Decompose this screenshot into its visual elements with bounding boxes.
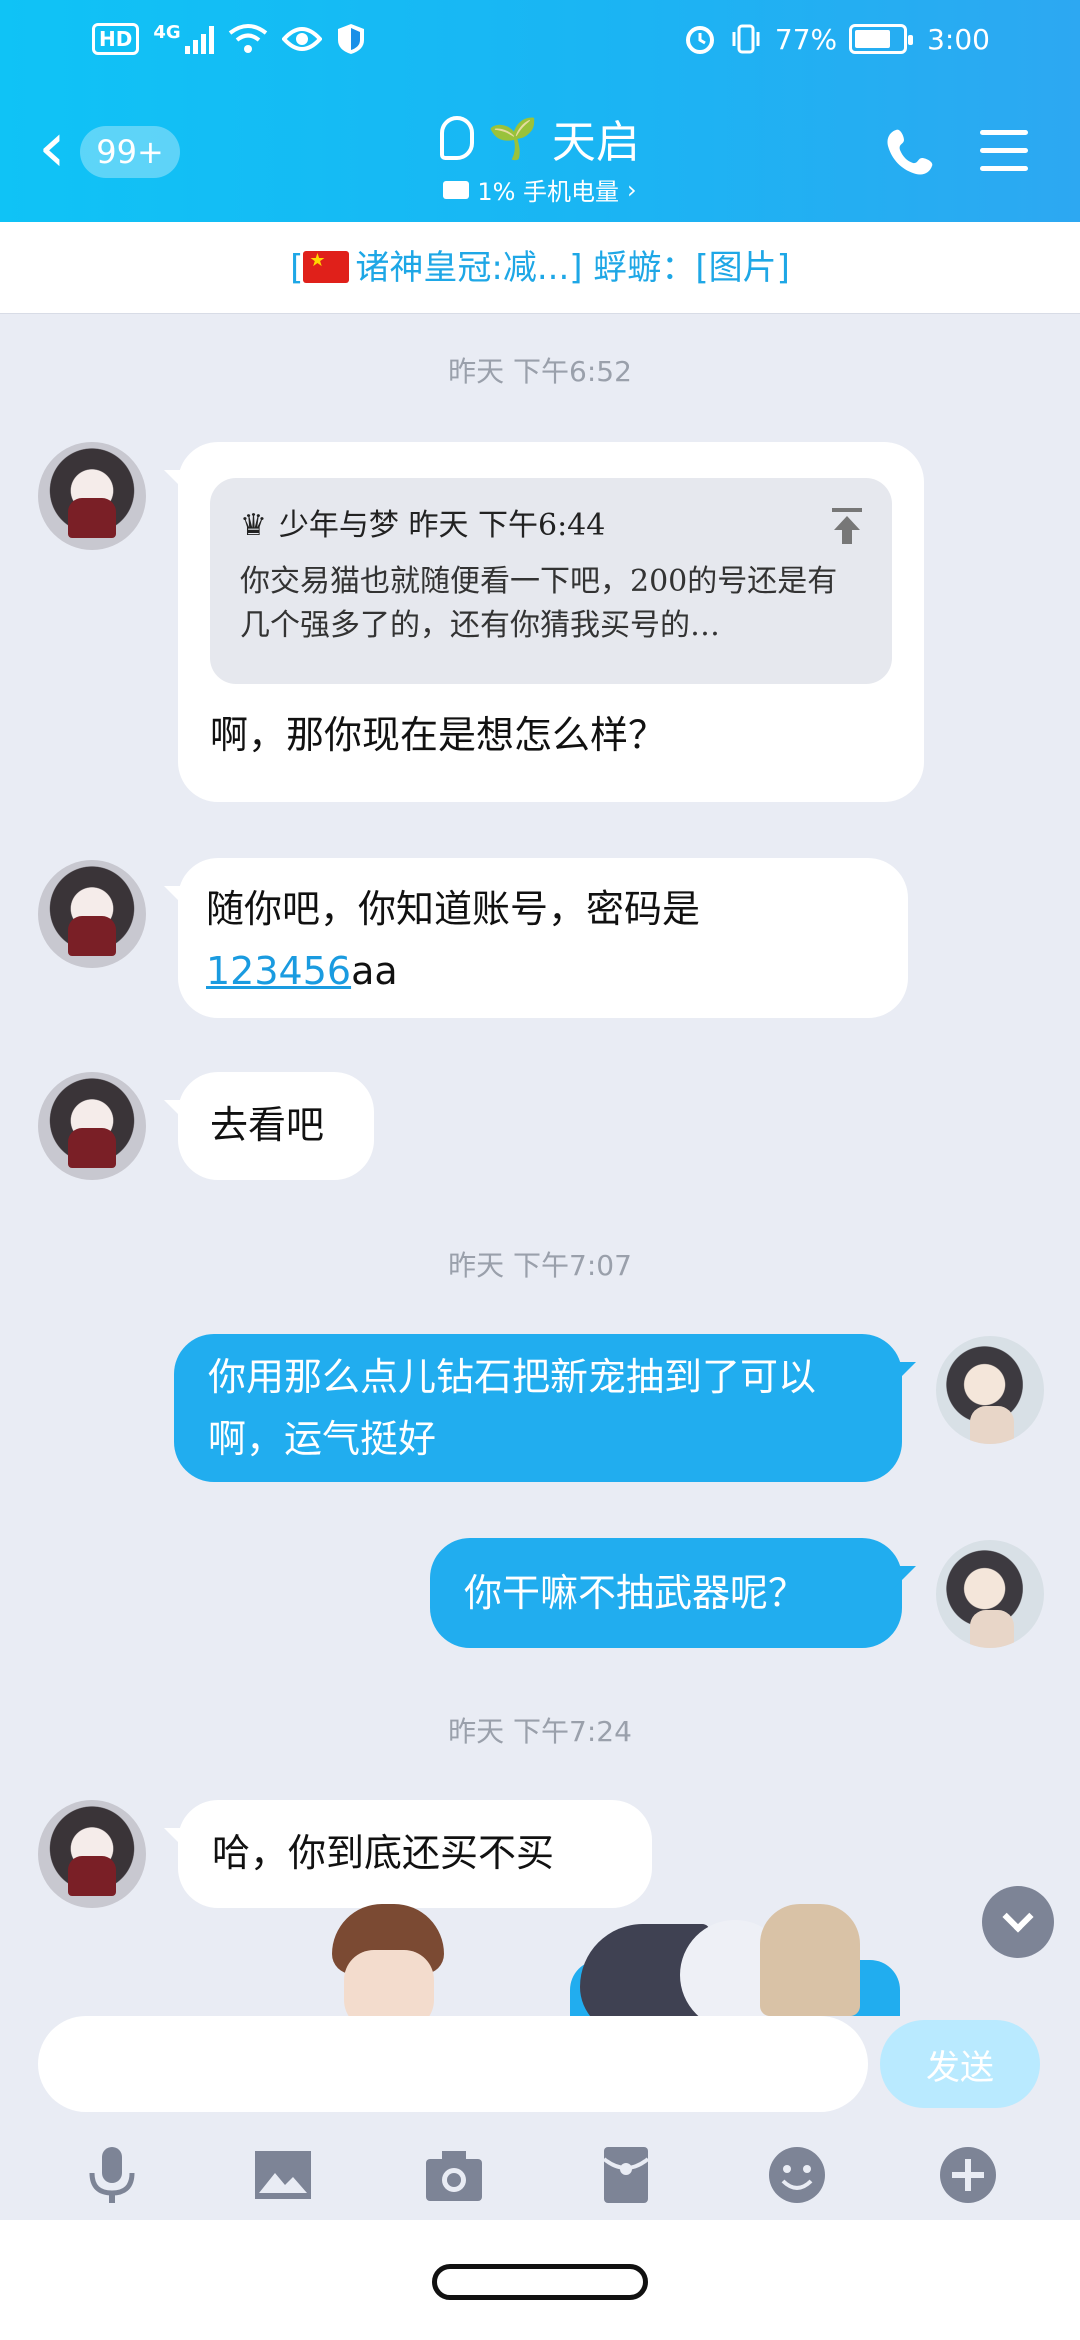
avatar[interactable] [38,1800,146,1908]
message-text: 去看吧 [210,1103,325,1147]
send-button[interactable]: 发送 [880,2020,1040,2108]
crown-icon: ♛ [240,508,267,543]
battery-percent: 77% [774,22,838,56]
avatar[interactable] [936,1540,1044,1648]
jump-to-top-icon[interactable] [830,506,864,546]
chat-subtitle: 1% 手机电量 [477,178,620,206]
chevron-right-icon: › [627,175,637,204]
ear-icon [440,116,475,160]
shield-icon [337,24,364,54]
message-bubble[interactable]: 你用那么点儿钻石把新宠抽到了可以啊，运气挺好 [174,1334,916,1482]
plus-icon[interactable] [936,2143,1000,2207]
composer: 发送 [0,2016,1080,2220]
wifi-icon [228,24,267,53]
scroll-to-bottom-button[interactable] [982,1886,1054,1958]
message-bubble[interactable]: ♛ 少年与梦 昨天 下午6:44 你交易猫也就随便看一下吧，200的号还是有几个… [164,442,924,802]
message-text: 你用那么点儿钻石把新宠抽到了可以啊，运气挺好 [208,1355,817,1461]
password-link[interactable]: 123456 [206,949,351,993]
time-stamp: 昨天 下午6:52 [448,355,632,388]
alarm-icon [685,26,714,54]
message-text-tail: aa [351,949,398,993]
chat-title: 天启 [551,117,640,168]
vibrate-icon [732,24,760,54]
avatar[interactable] [38,442,146,550]
avatar[interactable] [936,1336,1044,1444]
pinned-message-banner[interactable]: [ 诸神皇冠:减...] 蜉蝣：[图片] [0,222,1080,314]
chevron-down-icon [1002,1901,1034,1933]
home-indicator[interactable] [432,2264,648,2300]
battery-icon [849,24,914,54]
image-icon[interactable] [251,2143,315,2207]
network-label: 4G [153,21,181,43]
message-bubble[interactable]: 去看吧 [164,1072,374,1180]
sticker-image [318,1904,458,2016]
phone-icon[interactable] [882,124,938,180]
sprout-icon: 🌱 [488,115,538,162]
banner-text: 诸神皇冠:减...] 蜉蝣：[图片] [355,248,790,288]
message-bubble[interactable]: 你干嘛不抽武器呢？ [430,1538,916,1648]
quote-author-time: 少年与梦 昨天 下午6:44 [278,508,606,543]
sticker-image [560,1904,880,2016]
hd-badge: HD [92,23,140,55]
signal-icon [184,24,214,54]
composer-toolbar [0,2132,1080,2218]
menu-icon[interactable] [980,130,1028,172]
message-input[interactable] [38,2016,868,2112]
message-bubble[interactable]: 随你吧，你知道账号，密码是 123456aa [164,858,908,1018]
system-nav-bar [0,2220,1080,2340]
camera-icon[interactable] [422,2143,486,2207]
message-text: 啊，那你现在是想怎么样？ [210,713,667,757]
microphone-icon[interactable] [80,2143,144,2207]
message-text: 你干嘛不抽武器呢？ [464,1571,807,1615]
emoji-icon[interactable] [765,2143,829,2207]
avatar[interactable] [38,860,146,968]
quote-text: 你交易猫也就随便看一下吧，200的号还是有几个强多了的，还有你猜我买号的… [240,564,838,643]
eye-icon [281,27,322,51]
red-packet-icon[interactable] [594,2143,658,2207]
device-icon [443,180,470,199]
chat-title-area[interactable]: 🌱 天启 1% 手机电量 › [380,108,700,207]
clock: 3:00 [927,22,990,56]
china-flag-icon [303,250,350,283]
time-stamp: 昨天 下午7:24 [448,1715,632,1748]
status-bar: HD 4G 77% 3:00 [0,18,1080,68]
message-bubble[interactable]: 哈，你到底还买不买 [164,1800,652,1908]
top-header: HD 4G 77% 3:00 ‹ 99+ 🌱 天启 1% 手机电量 › [0,0,1080,222]
message-text: 随你吧，你知道账号，密码是 [206,887,701,931]
avatar[interactable] [38,1072,146,1180]
unread-count-badge[interactable]: 99+ [80,126,180,178]
message-text: 哈，你到底还买不买 [212,1831,555,1875]
time-stamp: 昨天 下午7:07 [448,1249,632,1282]
banner-bracket: [ [290,248,304,288]
back-chevron-icon[interactable]: ‹ [38,112,78,182]
quoted-message[interactable]: ♛ 少年与梦 昨天 下午6:44 你交易猫也就随便看一下吧，200的号还是有几个… [210,478,892,684]
